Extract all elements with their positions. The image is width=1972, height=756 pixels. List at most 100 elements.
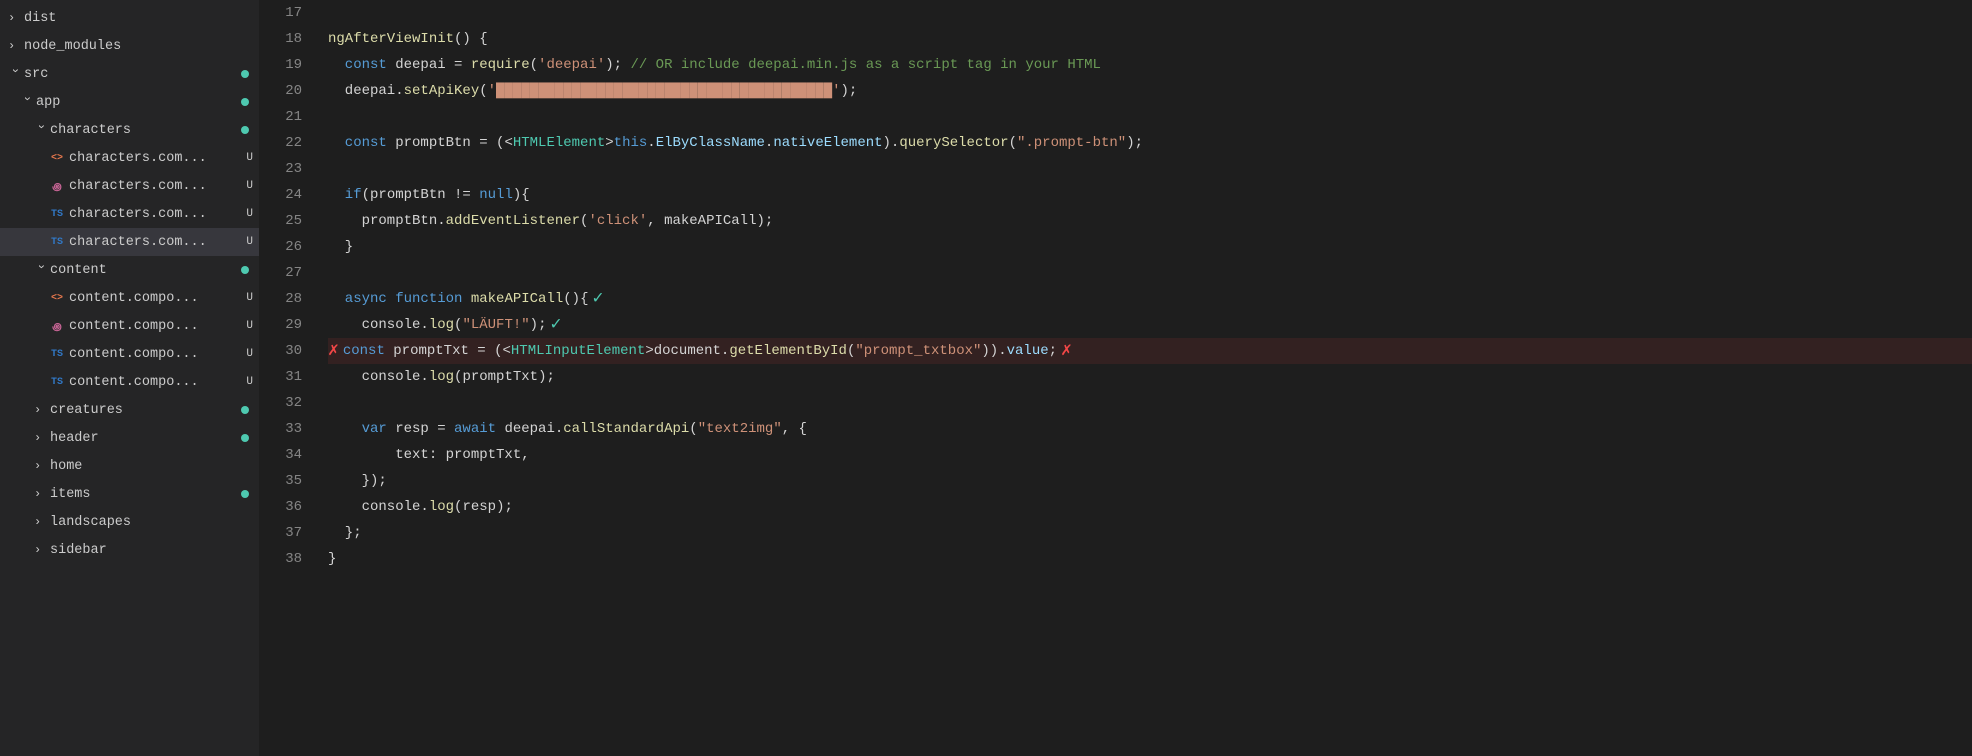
sidebar-item-sidebar-folder[interactable]: ›sidebar <box>0 536 259 564</box>
sidebar-item-cont4[interactable]: TScontent.compo...U <box>0 368 259 396</box>
line-number: 24 <box>260 182 302 208</box>
sidebar-item-char1[interactable]: <>characters.com...U <box>0 144 259 172</box>
token-cl: HTMLInputElement <box>511 338 645 364</box>
token-fn: log <box>429 364 454 390</box>
sidebar-item-cont3[interactable]: TScontent.compo...U <box>0 340 259 368</box>
token-plain: promptBtn. <box>328 208 446 234</box>
token-plain: console. <box>328 364 429 390</box>
token-str: ".prompt-btn" <box>1017 130 1126 156</box>
file-icon: TS <box>48 209 66 220</box>
sidebar-item-header[interactable]: ›header <box>0 424 259 452</box>
token-kw: if <box>328 182 362 208</box>
chevron-icon: › <box>8 11 22 25</box>
modified-dot <box>241 98 249 106</box>
token-pn: ( <box>454 494 462 520</box>
code-area[interactable]: ngAfterViewInit() { const deepai = requi… <box>312 0 1972 756</box>
sidebar-item-app[interactable]: ›app <box>0 88 259 116</box>
code-line: console.log(promptTxt); <box>328 364 1972 390</box>
token-kw: await <box>454 416 496 442</box>
token-fn: addEventListener <box>446 208 580 234</box>
token-str: "prompt_txtbox" <box>855 338 981 364</box>
sidebar-label: dist <box>24 11 259 26</box>
badge-modified: U <box>246 180 253 192</box>
token-mark: ✓ <box>592 286 603 312</box>
line-number: 22 <box>260 130 302 156</box>
sidebar-item-cont2[interactable]: ꩜content.compo...U <box>0 312 259 340</box>
sidebar-item-char4[interactable]: TScharacters.com...U <box>0 228 259 256</box>
sidebar-label: content.compo... <box>69 347 242 362</box>
file-icon: <> <box>48 153 66 164</box>
token-pn: ); <box>496 494 513 520</box>
token-plain: promptBtn = ( <box>387 130 505 156</box>
code-line <box>328 0 1972 26</box>
line-number: 21 <box>260 104 302 130</box>
token-pn: < <box>504 130 512 156</box>
sidebar-item-content[interactable]: ›content <box>0 256 259 284</box>
sidebar-item-src[interactable]: ›src <box>0 60 259 88</box>
token-mark: ✓ <box>550 312 561 338</box>
token-fn: callStandardApi <box>563 416 689 442</box>
sidebar-item-char2[interactable]: ꩜characters.com...U <box>0 172 259 200</box>
token-pn: }; <box>328 520 362 546</box>
sidebar-item-characters[interactable]: ›characters <box>0 116 259 144</box>
sidebar-label: content.compo... <box>69 291 242 306</box>
sidebar-item-home[interactable]: ›home <box>0 452 259 480</box>
code-line: var resp = await deepai.callStandardApi(… <box>328 416 1972 442</box>
token-pn: ( <box>454 312 462 338</box>
line-number: 26 <box>260 234 302 260</box>
sidebar-label: landscapes <box>50 515 259 530</box>
sidebar-item-node_modules[interactable]: ›node_modules <box>0 32 259 60</box>
line-number: 33 <box>260 416 302 442</box>
code-line: }; <box>328 520 1972 546</box>
modified-dot <box>241 126 249 134</box>
token-pn: . <box>647 130 655 156</box>
token-str: "LÄUFT!" <box>462 312 529 338</box>
code-line: promptBtn.addEventListener('click', make… <box>328 208 1972 234</box>
code-line: } <box>328 234 1972 260</box>
token-pn: } <box>328 234 353 260</box>
token-pn: (promptBtn != <box>362 182 480 208</box>
token-cl: HTMLElement <box>513 130 605 156</box>
token-pn: . <box>765 130 773 156</box>
token-fn: log <box>429 312 454 338</box>
code-line <box>328 260 1972 286</box>
token-str: 'deepai' <box>538 52 605 78</box>
token-prop: ElByClassName <box>656 130 765 156</box>
modified-dot <box>241 70 249 78</box>
code-line: console.log(resp); <box>328 494 1972 520</box>
sidebar-item-cont1[interactable]: <>content.compo...U <box>0 284 259 312</box>
token-cm: // OR include deepai.min.js as a script … <box>622 52 1101 78</box>
line-number: 30 <box>260 338 302 364</box>
line-number: 35 <box>260 468 302 494</box>
token-pn: ){ <box>513 182 530 208</box>
token-pn: ); <box>605 52 622 78</box>
sidebar-item-landscapes[interactable]: ›landscapes <box>0 508 259 536</box>
sidebar-item-char3[interactable]: TScharacters.com...U <box>0 200 259 228</box>
token-plain: deepai = <box>387 52 471 78</box>
token-mark-left: ✗ <box>328 338 339 364</box>
code-line: const deepai = require('deepai'); // OR … <box>328 52 1972 78</box>
token-pn: ). <box>883 130 900 156</box>
sidebar-item-dist[interactable]: ›dist <box>0 4 259 32</box>
sidebar-label: creatures <box>50 403 241 418</box>
code-line: deepai.setApiKey('██████████████████████… <box>328 78 1972 104</box>
line-number: 37 <box>260 520 302 546</box>
line-number: 34 <box>260 442 302 468</box>
badge-modified: U <box>246 348 253 360</box>
token-pn: (){ <box>563 286 588 312</box>
line-number: 25 <box>260 208 302 234</box>
token-kw: const <box>328 52 387 78</box>
badge-modified: U <box>246 236 253 248</box>
code-line: if(promptBtn != null){ <box>328 182 1972 208</box>
sidebar-item-items[interactable]: ›items <box>0 480 259 508</box>
token-fn: log <box>429 494 454 520</box>
token-plain: deepai. <box>496 416 563 442</box>
token-kw: const <box>328 130 387 156</box>
token-fn: makeAPICall <box>462 286 563 312</box>
modified-dot <box>241 266 249 274</box>
sidebar-label: app <box>36 95 241 110</box>
line-number: 19 <box>260 52 302 78</box>
code-line: text: promptTxt, <box>328 442 1972 468</box>
file-explorer[interactable]: ›dist›node_modules›src›app›characters<>c… <box>0 0 260 756</box>
sidebar-item-creatures[interactable]: ›creatures <box>0 396 259 424</box>
